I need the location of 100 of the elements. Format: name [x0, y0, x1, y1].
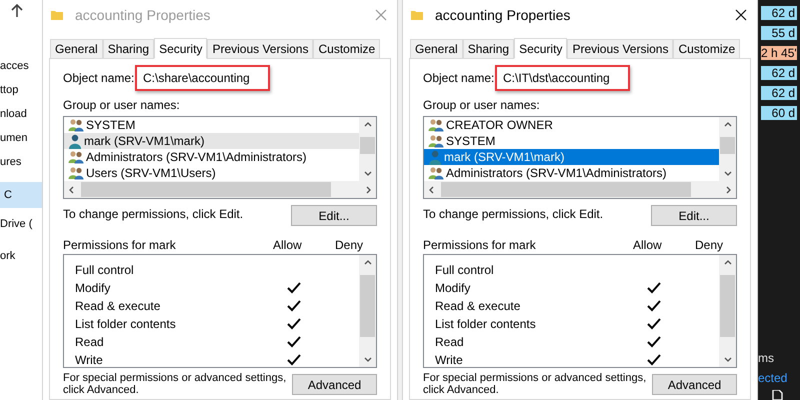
scrollbar-thumb[interactable] [81, 182, 331, 197]
check-icon [287, 318, 301, 330]
users-icon [428, 134, 444, 148]
tab[interactable]: Customize [313, 39, 380, 58]
duration-badge: 55 d [761, 26, 797, 40]
check-icon [287, 336, 301, 348]
permission-name: Modify [434, 280, 472, 297]
allow-header: Allow [633, 238, 663, 252]
permission-name: Write [74, 352, 104, 367]
check-icon [647, 336, 661, 348]
vertical-scrollbar[interactable] [359, 255, 376, 367]
users-icon [68, 166, 84, 180]
user-list-item[interactable]: SYSTEM [424, 133, 719, 149]
scrollbar-thumb[interactable] [360, 275, 375, 337]
scrollbar-thumb[interactable] [720, 137, 735, 154]
permission-name: Read & execute [74, 298, 162, 315]
nav-item[interactable]: ork [0, 244, 42, 268]
vertical-scrollbar[interactable] [719, 255, 736, 367]
tab[interactable]: Security [514, 38, 568, 59]
folder-icon [411, 9, 423, 21]
advanced-hint: For special permissions or advanced settings, click Advanced. [423, 372, 648, 396]
folder-icon [51, 9, 63, 21]
tab[interactable]: General [410, 39, 463, 58]
users-icon [428, 166, 444, 180]
permission-name: Full control [74, 262, 135, 279]
scrollbar-thumb[interactable] [360, 137, 375, 154]
horizontal-scrollbar[interactable] [424, 181, 736, 198]
nav-item[interactable]: umen [0, 126, 42, 150]
close-icon[interactable] [735, 9, 747, 21]
advanced-button[interactable]: Advanced [292, 374, 377, 395]
window-title: accounting Properties [75, 6, 210, 25]
user-list-item[interactable]: CREATOR OWNER [424, 117, 719, 133]
tab[interactable]: Sharing [102, 39, 154, 58]
tab[interactable]: Sharing [462, 39, 514, 58]
check-icon [287, 354, 301, 366]
group-label: Group or user names: [423, 98, 541, 112]
duration-badge: 62 d [761, 66, 797, 80]
nav-item[interactable]: Drive ( [0, 212, 42, 236]
horizontal-scrollbar[interactable] [64, 181, 376, 198]
user-list-item[interactable]: Administrators (SRV-VM1\Administrators) [424, 165, 719, 181]
edit-hint: To change permissions, click Edit. [423, 206, 604, 223]
permission-name: Full control [434, 262, 495, 279]
allow-header: Allow [273, 238, 303, 252]
permission-name: Read [74, 334, 105, 351]
edit-hint: To change permissions, click Edit. [63, 206, 244, 223]
document-icon [772, 390, 783, 400]
advanced-button[interactable]: Advanced [652, 374, 737, 395]
object-name-label: Object name: [63, 70, 135, 87]
window-title: accounting Properties [435, 6, 570, 25]
user-list-item[interactable]: mark (SRV-VM1\mark) [64, 133, 359, 149]
group-label: Group or user names: [63, 98, 181, 112]
nav-item[interactable]: ttop [0, 78, 42, 102]
status-link[interactable]: ected [758, 369, 788, 387]
deny-header: Deny [335, 238, 364, 252]
up-arrow-icon[interactable] [11, 4, 23, 18]
object-name-label: Object name: [423, 70, 495, 87]
nav-item[interactable]: ures [0, 150, 42, 174]
user-list-item[interactable]: mark (SRV-VM1\mark) [424, 149, 719, 165]
permission-name: Write [434, 352, 464, 367]
tab[interactable]: Customize [673, 39, 740, 58]
user-list-item[interactable]: Users (SRV-VM1\Users) [64, 165, 359, 181]
check-icon [287, 300, 301, 312]
duration-badge: 60 d [761, 106, 797, 120]
duration-badge: 2 h 45' [761, 46, 797, 60]
user-list-item[interactable]: Administrators (SRV-VM1\Administrators) [64, 149, 359, 165]
vertical-scrollbar[interactable] [719, 117, 736, 181]
nav-item[interactable]: acces [0, 54, 42, 78]
object-name-value: C:\IT\dst\accounting [495, 65, 630, 91]
tab[interactable]: General [50, 39, 103, 58]
user-icon [68, 134, 82, 148]
users-icon [428, 118, 444, 132]
permission-name: Read & execute [434, 298, 522, 315]
edit-button[interactable]: Edit... [291, 205, 377, 226]
nav-item[interactable]: nload [0, 102, 42, 126]
permission-name: Read [434, 334, 465, 351]
scrollbar-thumb[interactable] [720, 275, 735, 337]
advanced-hint: For special permissions or advanced settings, click Advanced. [63, 372, 288, 396]
edit-button[interactable]: Edit... [651, 205, 737, 226]
users-icon [68, 150, 84, 164]
check-icon [647, 354, 661, 366]
object-name-value: C:\share\accounting [135, 65, 270, 91]
users-icon [68, 118, 84, 132]
check-icon [647, 282, 661, 294]
permission-name: Modify [74, 280, 112, 297]
status-text: ms [758, 350, 774, 367]
duration-badge: 62 d [761, 6, 797, 20]
vertical-scrollbar[interactable] [359, 117, 376, 181]
permissions-label: Permissions for mark [423, 238, 537, 252]
tab[interactable]: Previous Versions [567, 39, 674, 58]
check-icon [647, 318, 661, 330]
permission-name: List folder contents [74, 316, 177, 333]
check-icon [287, 282, 301, 294]
user-list-item[interactable]: SYSTEM [64, 117, 359, 133]
deny-header: Deny [695, 238, 724, 252]
tab[interactable]: Previous Versions [207, 39, 314, 58]
tab[interactable]: Security [154, 38, 208, 59]
scrollbar-thumb[interactable] [441, 182, 691, 197]
permissions-label: Permissions for mark [63, 238, 177, 252]
permission-name: List folder contents [434, 316, 537, 333]
nav-item[interactable]: C [0, 182, 42, 208]
